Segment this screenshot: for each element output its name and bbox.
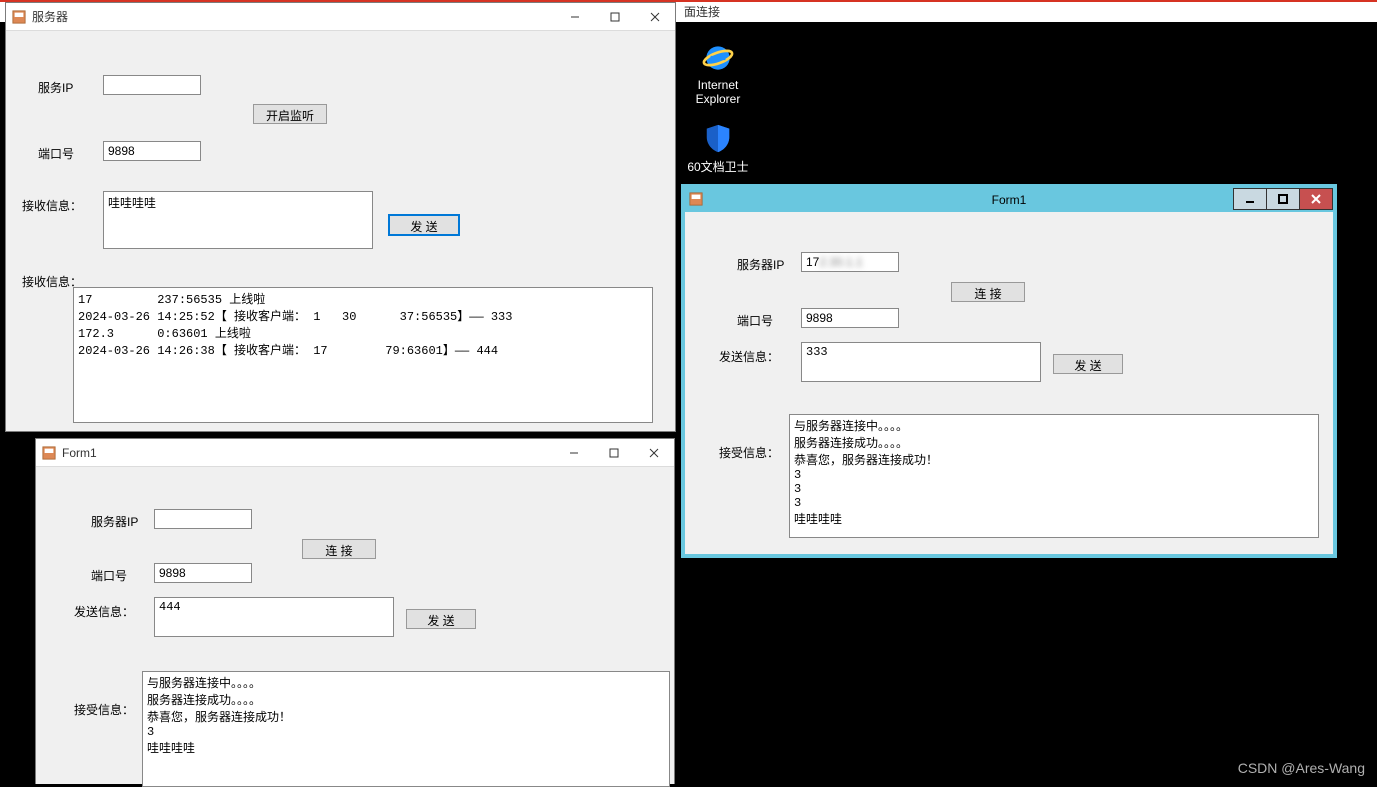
form1-remote-titlebar[interactable]: Form1 xyxy=(685,188,1333,212)
label-port: 端口号 xyxy=(737,312,773,329)
maximize-button[interactable] xyxy=(594,439,634,467)
app-icon xyxy=(689,192,703,209)
remote-connection-text: 面连接 xyxy=(684,5,720,19)
close-button[interactable] xyxy=(635,3,675,31)
label-recv: 接受信息： xyxy=(719,444,779,461)
connect-button[interactable]: 连 接 xyxy=(951,282,1025,302)
label-send: 发送信息： xyxy=(719,348,779,365)
desktop-icon-ie-label: Internet Explorer xyxy=(683,78,753,106)
send-message-input[interactable]: 444 xyxy=(154,597,394,637)
maximize-button[interactable] xyxy=(595,3,635,31)
log-output[interactable]: 17 237:56535 上线啦 2024-03-26 14:25:52【 接收… xyxy=(73,287,653,423)
send-message-input[interactable]: 333 xyxy=(801,342,1041,382)
form1-local-titlebar[interactable]: Form1 xyxy=(36,439,674,467)
form1-local-window: Form1 服务器IP 连 接 端口号 9898 发送信息： 444 发 送 接… xyxy=(35,438,675,784)
label-server-ip: 服务IP xyxy=(38,79,73,96)
server-ip-input[interactable] xyxy=(103,75,201,95)
app-icon xyxy=(12,10,26,24)
send-button[interactable]: 发 送 xyxy=(1053,354,1123,374)
label-port: 端口号 xyxy=(91,567,127,584)
form1-remote-title: Form1 xyxy=(992,193,1027,207)
send-button[interactable]: 发 送 xyxy=(389,215,459,235)
shield-icon xyxy=(700,120,736,156)
desktop-icon-ie[interactable]: Internet Explorer xyxy=(683,40,753,106)
send-message-input[interactable]: 哇哇哇哇 xyxy=(103,191,373,249)
ie-icon xyxy=(700,40,736,76)
form1-remote-window: Form1 服务器IP 172.30.1.1 连 接 端口号 9898 发送信息… xyxy=(681,184,1337,558)
close-button[interactable] xyxy=(634,439,674,467)
port-input[interactable]: 9898 xyxy=(103,141,201,161)
server-window-title: 服务器 xyxy=(32,8,68,25)
close-button[interactable] xyxy=(1299,188,1333,210)
server-window: 服务器 服务IP 开启监听 端口号 9898 接收信息： 哇哇哇哇 发 送 接收… xyxy=(5,2,676,432)
maximize-button[interactable] xyxy=(1266,188,1300,210)
label-input-msg: 接收信息： xyxy=(22,197,82,214)
recv-output[interactable]: 与服务器连接中。。。。 服务器连接成功。。。。 恭喜您，服务器连接成功！ 3 3… xyxy=(789,414,1319,538)
port-input[interactable]: 9898 xyxy=(801,308,899,328)
label-server-ip: 服务器IP xyxy=(737,256,784,273)
label-server-ip: 服务器IP xyxy=(91,513,138,530)
watermark: CSDN @Ares-Wang xyxy=(1238,760,1365,776)
server-titlebar[interactable]: 服务器 xyxy=(6,3,675,31)
start-listen-button[interactable]: 开启监听 xyxy=(253,104,327,124)
desktop-icon-shield-label: 60文档卫士 xyxy=(683,158,753,175)
minimize-button[interactable] xyxy=(554,439,594,467)
port-input[interactable]: 9898 xyxy=(154,563,252,583)
recv-output[interactable]: 与服务器连接中。。。。 服务器连接成功。。。。 恭喜您，服务器连接成功！ 3 哇… xyxy=(142,671,670,787)
minimize-button[interactable] xyxy=(1233,188,1267,210)
server-ip-input[interactable]: 172.30.1.1 xyxy=(801,252,899,272)
label-port: 端口号 xyxy=(38,145,74,162)
send-button[interactable]: 发 送 xyxy=(406,609,476,629)
connect-button[interactable]: 连 接 xyxy=(302,539,376,559)
server-ip-input[interactable] xyxy=(154,509,252,529)
label-recv: 接受信息： xyxy=(74,701,134,718)
desktop-icon-shield[interactable]: 60文档卫士 xyxy=(683,120,753,175)
label-send: 发送信息： xyxy=(74,603,134,620)
app-icon xyxy=(42,446,56,460)
form1-local-title: Form1 xyxy=(62,446,97,460)
minimize-button[interactable] xyxy=(555,3,595,31)
